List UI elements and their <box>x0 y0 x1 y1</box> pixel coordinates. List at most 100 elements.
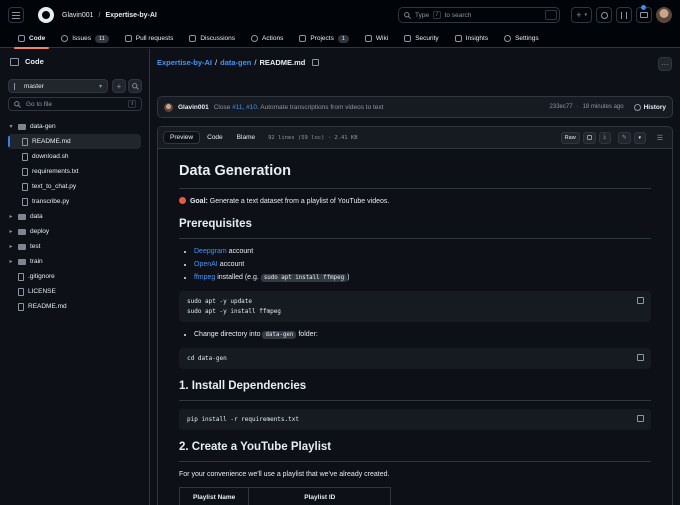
breadcrumb-current-file: README.md <box>259 58 306 67</box>
table-header-row: Playlist Name Playlist ID <box>178 487 392 505</box>
tab-insights[interactable]: Insights <box>447 30 496 48</box>
tree-file-download-sh[interactable]: download.sh <box>8 149 141 164</box>
user-avatar[interactable] <box>656 7 672 23</box>
folder-icon <box>18 213 26 220</box>
tab-pull-requests[interactable]: Pull requests <box>117 30 182 48</box>
deepgram-link[interactable]: Deepgram <box>194 248 227 255</box>
tree-folder-train[interactable]: ▸ train <box>8 254 141 269</box>
tree-folder-data-gen[interactable]: ▾ data-gen <box>8 119 141 134</box>
copy-icon[interactable] <box>637 414 644 422</box>
menu-button[interactable] <box>8 7 24 23</box>
command-palette-icon[interactable] <box>545 10 557 20</box>
tab-label: Wiki <box>375 35 389 42</box>
tab-settings[interactable]: Settings <box>496 30 547 48</box>
list-item: Deepgram account <box>194 247 651 257</box>
breadcrumb-repo-link[interactable]: Expertise-by-AI <box>157 58 212 67</box>
commit-issue-link-1[interactable]: #11 <box>232 104 242 111</box>
tree-folder-deploy[interactable]: ▸ deploy <box>8 224 141 239</box>
more-options-button[interactable]: ··· <box>658 57 672 71</box>
sidebar-toggle-icon[interactable] <box>10 57 19 66</box>
commit-meta-dot: · <box>576 104 579 110</box>
copy-raw-button[interactable] <box>582 131 596 144</box>
branch-selector[interactable]: master ▾ <box>8 79 108 93</box>
step-text-post: folder: <box>296 330 318 338</box>
edit-button[interactable]: ✎ <box>617 131 631 144</box>
outline-button[interactable]: ☰ <box>653 132 667 144</box>
playlist-paragraph: For your convenience we'll use a playlis… <box>179 470 390 478</box>
tree-file-gitignore[interactable]: .gitignore <box>8 269 141 284</box>
code-block-pip: pip install -r requirements.txt <box>179 408 651 431</box>
tree-file-transcribe[interactable]: transcribe.py <box>8 194 141 209</box>
pull-requests-button[interactable] <box>616 7 632 23</box>
branch-name: master <box>24 82 44 90</box>
history-button[interactable]: History <box>633 103 666 111</box>
prerequisites-list: Deepgram account OpenAI account ffmpeg i… <box>179 247 651 283</box>
tab-code[interactable]: Code <box>10 30 53 49</box>
tab-label: Settings <box>515 35 539 42</box>
search-input[interactable]: Type / to search <box>398 7 560 23</box>
tree-folder-data[interactable]: ▸ data <box>8 209 141 224</box>
commit-sha[interactable]: 233ec77 <box>550 104 573 110</box>
commit-author[interactable]: Glavin001 <box>178 104 209 111</box>
tab-issues[interactable]: Issues 11 <box>53 30 117 48</box>
go-to-file-shortcut: t <box>128 100 136 108</box>
goal-label: Goal: <box>189 198 208 206</box>
tree-folder-test[interactable]: ▸ test <box>8 239 141 254</box>
chevron-down-icon: ▾ <box>98 83 102 90</box>
blame-tab[interactable]: Blame <box>230 131 262 144</box>
tab-label: Discussions <box>200 35 236 42</box>
chevron-down-icon: ▾ <box>9 124 13 130</box>
tab-label: Actions <box>262 35 284 42</box>
tree-item-label: requirements.txt <box>32 168 79 175</box>
copy-icon[interactable] <box>637 297 644 305</box>
github-logo-icon[interactable] <box>38 7 54 23</box>
add-file-button[interactable]: + <box>112 79 126 93</box>
preview-tab[interactable]: Preview <box>163 131 201 144</box>
repo-nav: Code Issues 11 Pull requests Discussions… <box>0 30 680 49</box>
dart-target-icon <box>179 197 186 205</box>
tree-file-readme-selected[interactable]: README.md <box>8 134 141 149</box>
tab-security[interactable]: Security <box>396 30 446 48</box>
copy-icon[interactable] <box>637 353 644 361</box>
copy-path-icon[interactable] <box>312 59 320 66</box>
tree-file-license[interactable]: LICENSE <box>8 284 141 299</box>
tab-actions[interactable]: Actions <box>243 30 291 48</box>
code-block-text: cd data-gen <box>187 354 227 362</box>
search-files-button[interactable] <box>128 79 142 93</box>
projects-count: 1 <box>337 34 349 43</box>
raw-button[interactable]: Raw <box>560 131 580 144</box>
owner-link[interactable]: Glavin001 <box>62 12 94 19</box>
commit-issue-link-2[interactable]: #10 <box>246 104 257 111</box>
tab-projects[interactable]: Projects 1 <box>291 30 357 48</box>
tree-file-text-to-chat[interactable]: text_to_chat.py <box>8 179 141 194</box>
tab-discussions[interactable]: Discussions <box>181 30 243 48</box>
tree-file-root-readme[interactable]: README.md <box>8 299 141 314</box>
search-placeholder-pre: Type <box>415 11 430 19</box>
edit-dropdown-button[interactable]: ▾ <box>633 131 646 144</box>
chevron-right-icon: ▸ <box>9 214 13 220</box>
prerequisites-heading: Prerequisites <box>179 216 651 239</box>
issues-button[interactable] <box>596 7 612 23</box>
file-actions: Raw ⤓ ✎ ▾ ☰ <box>560 131 667 144</box>
tree-file-requirements[interactable]: requirements.txt <box>8 164 141 179</box>
code-block-text: sudo apt -y update sudo apt -y install f… <box>187 298 281 315</box>
openai-link[interactable]: OpenAI <box>194 261 218 268</box>
breadcrumb-folder-link[interactable]: data-gen <box>220 58 251 67</box>
tab-wiki[interactable]: Wiki <box>357 30 396 48</box>
step-text-pre: Change directory into <box>194 330 263 338</box>
file-icon <box>22 167 28 176</box>
download-button[interactable]: ⤓ <box>598 131 611 144</box>
go-to-file-input[interactable]: Go to file t <box>8 97 142 111</box>
tab-label: Issues <box>72 35 92 42</box>
tab-label: Security <box>415 35 439 42</box>
file-icon <box>18 272 24 281</box>
file-icon <box>22 182 28 191</box>
list-item: Change directory into data-gen folder: <box>194 330 651 340</box>
book-icon <box>364 35 372 42</box>
commit-message[interactable]: Close #11, #10. Automate transcriptions … <box>214 104 384 111</box>
code-tab[interactable]: Code <box>200 131 230 144</box>
commit-author-avatar[interactable] <box>164 102 173 112</box>
create-new-button[interactable]: + ▾ <box>571 7 592 23</box>
ffmpeg-link[interactable]: ffmpeg <box>194 274 215 281</box>
repo-link[interactable]: Expertise-by-AI <box>105 12 156 19</box>
